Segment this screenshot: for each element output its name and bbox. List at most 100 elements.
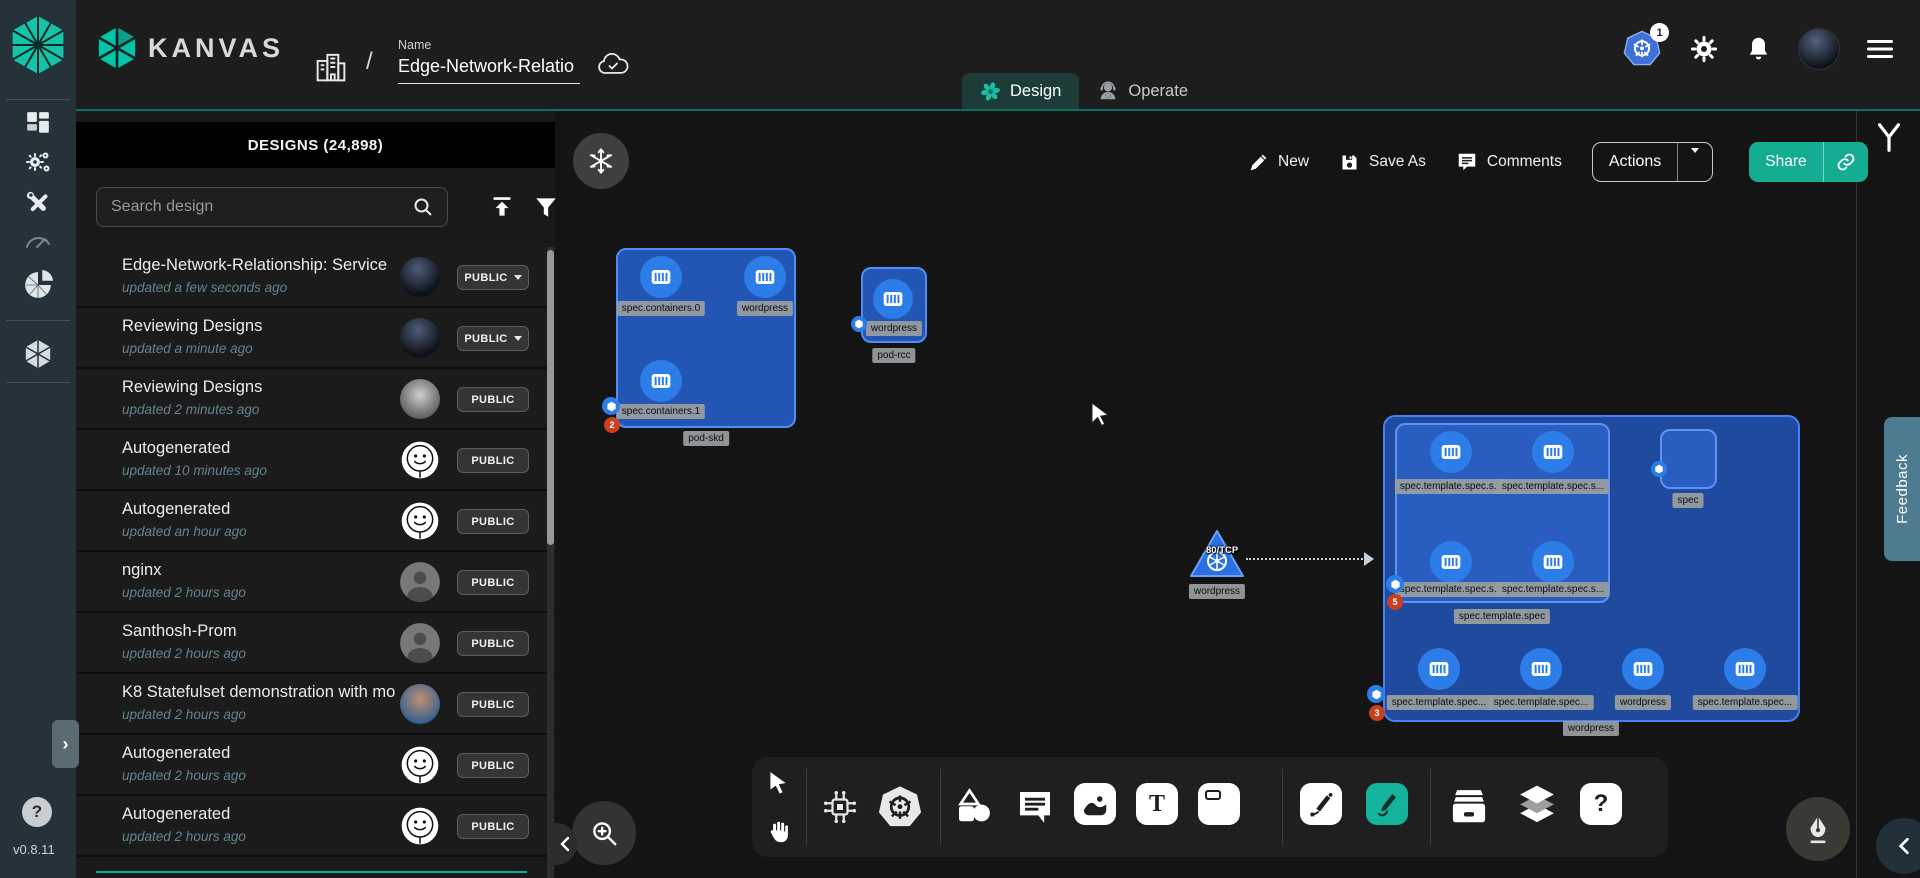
building-icon bbox=[314, 50, 348, 84]
panel-scrollbar-thumb[interactable] bbox=[547, 250, 554, 545]
tab-design[interactable]: Design bbox=[962, 73, 1079, 109]
help-button[interactable]: ? bbox=[22, 797, 52, 827]
validator-button[interactable] bbox=[1872, 120, 1906, 161]
design-list-item[interactable]: Santhosh-Prom updated 2 hours ago PUBLIC bbox=[76, 613, 555, 674]
design-list-item[interactable]: Autogenerated updated 2 hours ago PUBLIC bbox=[76, 796, 555, 857]
filter-icon[interactable] bbox=[533, 194, 559, 220]
user-avatar[interactable] bbox=[1798, 28, 1840, 70]
mesh-components-tool[interactable] bbox=[816, 783, 864, 831]
node-container[interactable] bbox=[1418, 648, 1460, 690]
visibility-badge[interactable]: PUBLIC bbox=[457, 387, 529, 412]
visibility-badge[interactable]: PUBLIC bbox=[457, 814, 529, 839]
rail-item-configuration[interactable] bbox=[0, 189, 76, 217]
expand-panel-button[interactable]: › bbox=[52, 720, 79, 768]
upload-design-icon[interactable] bbox=[489, 194, 515, 220]
image-tool[interactable] bbox=[1074, 783, 1116, 825]
design-name-input[interactable] bbox=[398, 52, 580, 84]
freehand-draw-tool[interactable] bbox=[1366, 783, 1408, 825]
visibility-select[interactable]: PUBLIC bbox=[457, 265, 529, 290]
avatar bbox=[400, 623, 440, 663]
zoom-in-button[interactable] bbox=[572, 801, 636, 865]
design-updated: updated 2 minutes ago bbox=[122, 402, 259, 417]
text-tool[interactable]: T bbox=[1136, 783, 1178, 825]
edge-arrowhead-icon bbox=[1364, 552, 1374, 566]
select-tool[interactable] bbox=[758, 761, 798, 805]
layers-tool[interactable] bbox=[1512, 780, 1562, 834]
node-label: spec.template.spec... bbox=[1693, 695, 1798, 710]
feedback-tab[interactable]: Feedback bbox=[1884, 417, 1920, 561]
visibility-badge[interactable]: PUBLIC bbox=[457, 509, 529, 534]
kubernetes-tool[interactable] bbox=[874, 781, 926, 833]
design-list-item[interactable]: Reviewing Designs updated 2 minutes ago … bbox=[76, 369, 555, 430]
snowflake-icon bbox=[587, 147, 615, 175]
design-list-item[interactable]: Autogenerated updated 10 minutes ago PUB… bbox=[76, 430, 555, 491]
node-container[interactable] bbox=[1724, 648, 1766, 690]
visibility-badge[interactable]: PUBLIC bbox=[457, 753, 529, 778]
pen-tool[interactable] bbox=[1300, 783, 1342, 825]
visibility-badge[interactable]: PUBLIC bbox=[457, 631, 529, 656]
collapse-right-button[interactable] bbox=[1876, 818, 1920, 874]
organization-icon[interactable] bbox=[314, 50, 348, 89]
node-container[interactable] bbox=[744, 256, 786, 298]
node-label: pod-skd bbox=[683, 431, 729, 446]
rail-item-performance[interactable] bbox=[0, 229, 76, 251]
rail-item-meshery-hex[interactable] bbox=[0, 338, 76, 370]
rail-item-extensions[interactable] bbox=[0, 270, 76, 300]
kanvas-app: ? v0.8.11 › KANVAS / Name bbox=[0, 0, 1920, 878]
help-glyph: ? bbox=[1594, 790, 1609, 818]
pan-tool[interactable] bbox=[756, 809, 800, 853]
notifications-bell-icon[interactable] bbox=[1745, 35, 1772, 64]
node-container[interactable] bbox=[1430, 431, 1472, 473]
help-tool[interactable]: ? bbox=[1580, 783, 1622, 825]
snowflake-button[interactable] bbox=[573, 133, 629, 189]
design-list-item[interactable]: Autogenerated updated an hour ago PUBLIC bbox=[76, 491, 555, 552]
comment-tool[interactable] bbox=[1012, 784, 1058, 830]
visibility-badge[interactable]: PUBLIC bbox=[457, 448, 529, 473]
gauge-icon bbox=[23, 229, 53, 251]
panel-scrollbar-track[interactable] bbox=[547, 247, 554, 878]
visibility-select[interactable]: PUBLIC bbox=[457, 326, 529, 351]
save-as-button[interactable]: Save As bbox=[1339, 152, 1426, 173]
node-service-wordpress[interactable] bbox=[1188, 528, 1246, 585]
search-input[interactable] bbox=[97, 198, 411, 216]
node-container[interactable] bbox=[873, 279, 913, 319]
design-list-item[interactable]: Reviewing Designs updated a minute ago P… bbox=[76, 308, 555, 369]
node-container[interactable] bbox=[640, 256, 682, 298]
node-container[interactable] bbox=[1532, 541, 1574, 583]
tab-operate[interactable]: Operate bbox=[1079, 73, 1206, 109]
toolbar-divider bbox=[940, 769, 941, 845]
actions-caret[interactable] bbox=[1678, 153, 1712, 171]
node-spec[interactable] bbox=[1660, 429, 1717, 489]
copy-link-icon[interactable] bbox=[1824, 152, 1868, 172]
actions-split-button[interactable]: Actions bbox=[1592, 142, 1713, 182]
design-list-item[interactable]: Edge-Network-Relationship: Service updat… bbox=[76, 247, 555, 308]
k8s-context-button[interactable]: 1 bbox=[1623, 29, 1663, 69]
node-container[interactable] bbox=[1532, 431, 1574, 473]
node-container[interactable] bbox=[1520, 648, 1562, 690]
rail-item-lifecycle[interactable] bbox=[0, 148, 76, 176]
visibility-badge[interactable]: PUBLIC bbox=[457, 692, 529, 717]
node-pod-template[interactable] bbox=[1395, 423, 1610, 603]
comments-button[interactable]: Comments bbox=[1456, 151, 1562, 173]
share-split-button[interactable]: Share bbox=[1749, 142, 1867, 182]
design-list-item[interactable]: nginx updated 2 hours ago PUBLIC bbox=[76, 552, 555, 613]
node-container[interactable] bbox=[640, 360, 682, 402]
error-count-badge: 2 bbox=[604, 417, 620, 433]
settings-gear-icon[interactable] bbox=[1689, 34, 1719, 64]
design-list-item[interactable]: K8 Statefulset demonstration with mo upd… bbox=[76, 674, 555, 735]
search-icon[interactable] bbox=[411, 195, 435, 219]
drawer-tool[interactable] bbox=[1444, 782, 1494, 832]
node-label: pod-rcc bbox=[872, 348, 915, 363]
node-container[interactable] bbox=[1430, 541, 1472, 583]
chevron-down-icon bbox=[1691, 148, 1699, 170]
node-container[interactable] bbox=[1622, 648, 1664, 690]
rail-item-dashboard[interactable] bbox=[0, 110, 76, 136]
hamburger-menu-icon[interactable] bbox=[1866, 38, 1894, 60]
gears-icon bbox=[24, 148, 52, 176]
visibility-badge[interactable]: PUBLIC bbox=[457, 570, 529, 595]
design-list-item[interactable]: Autogenerated updated 2 hours ago PUBLIC bbox=[76, 735, 555, 796]
annotation-pen-button[interactable] bbox=[1786, 797, 1850, 861]
shapes-tool[interactable] bbox=[950, 783, 998, 831]
new-button[interactable]: New bbox=[1248, 152, 1309, 173]
note-tool[interactable] bbox=[1198, 783, 1240, 825]
